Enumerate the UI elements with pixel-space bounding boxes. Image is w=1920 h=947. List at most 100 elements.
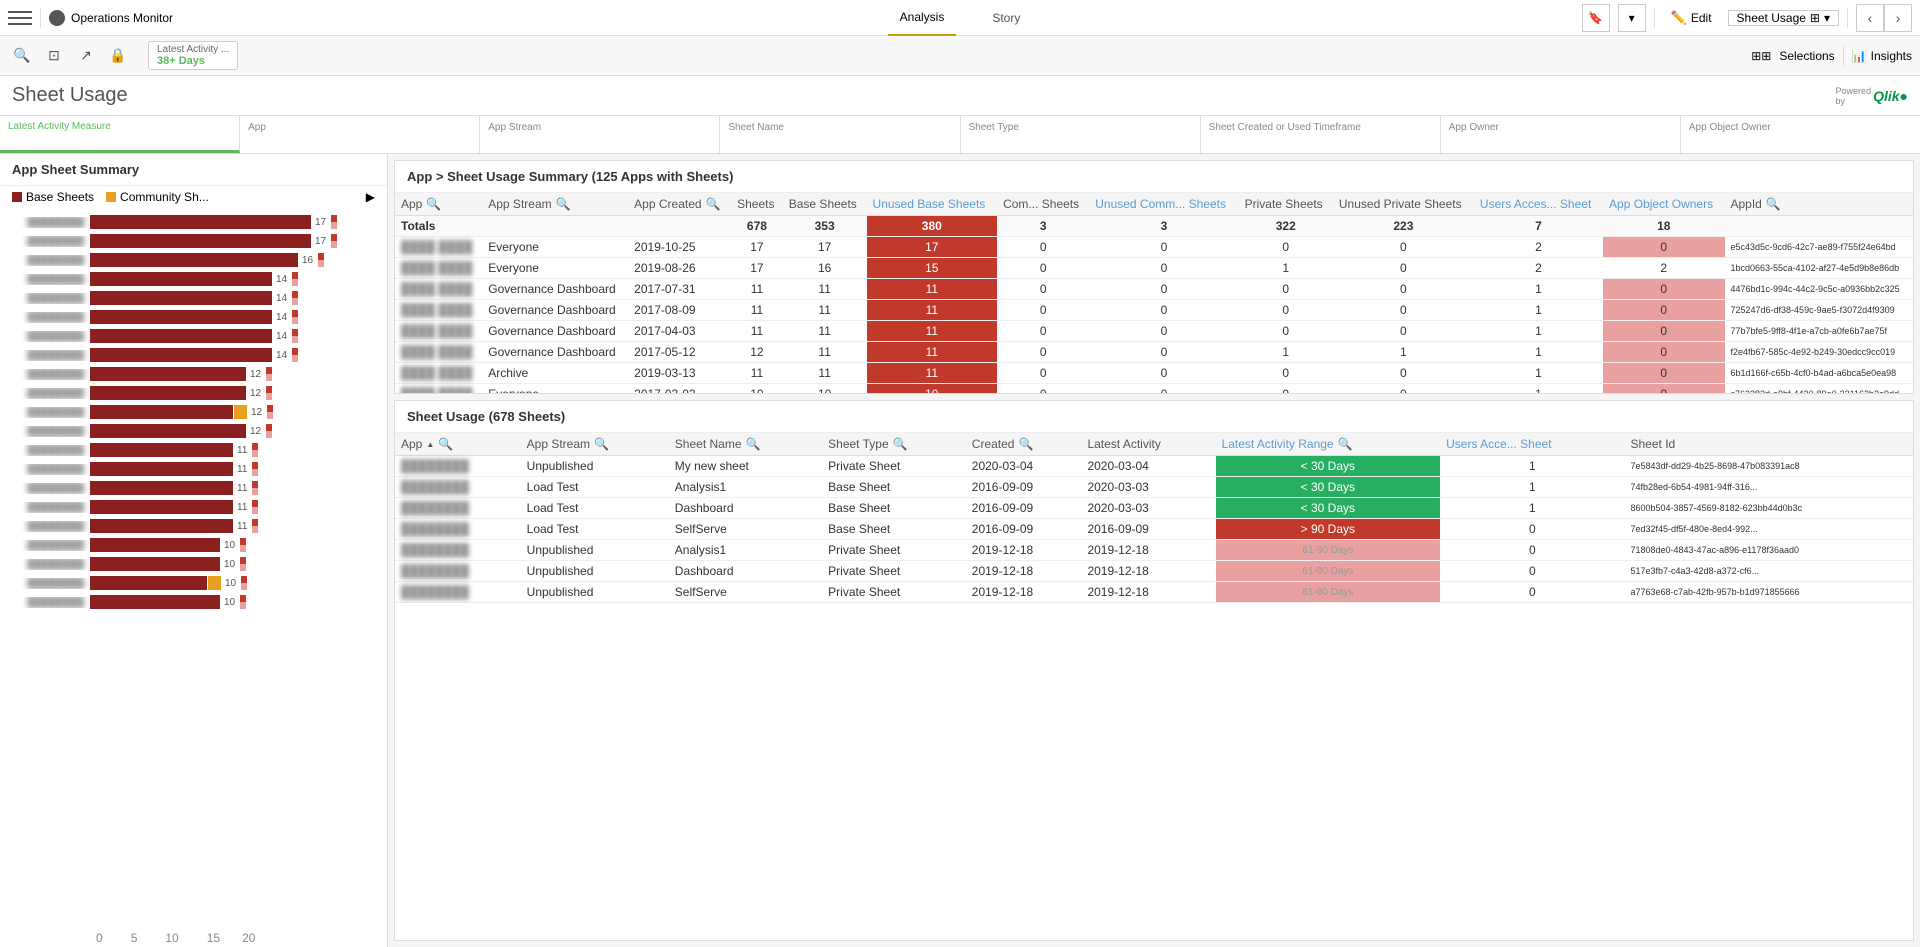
table-cell: 2017-05-12	[628, 342, 731, 363]
dropdown-arrow-icon[interactable]: ▾	[1618, 4, 1646, 32]
table-cell: ████ ████	[395, 384, 482, 394]
table-cell: 1	[1239, 258, 1333, 279]
search-sh-app-icon[interactable]: 🔍	[438, 437, 453, 451]
table-cell: 4476bd1c-994c-44c2-9c5c-a0936bb2c325	[1725, 279, 1914, 300]
filter-sheet-type[interactable]: Sheet Type	[961, 116, 1201, 153]
insights-button[interactable]: 📊 Insights	[1852, 49, 1912, 63]
prev-button[interactable]: ‹	[1856, 4, 1884, 32]
search-stream-icon[interactable]: 🔍	[556, 197, 571, 211]
sheet-latest-cell: 2019-12-18	[1081, 540, 1215, 561]
bar-row: ████████14	[0, 289, 387, 307]
lock-icon[interactable]: 🔒	[104, 42, 132, 70]
grid-icon: ⊞	[1810, 11, 1820, 25]
grid-view-icon[interactable]: ⊞⊞	[1751, 49, 1771, 63]
table-cell: Everyone	[482, 384, 628, 394]
filter-app-stream[interactable]: App Stream	[480, 116, 720, 153]
app-name-label: Operations Monitor	[71, 11, 173, 25]
sheet-app-cell: ████████	[395, 540, 521, 561]
table-row: ████ ████Everyone2019-08-261716150010221…	[395, 258, 1913, 279]
table-cell: Everyone	[482, 237, 628, 258]
table-cell: 1	[1239, 342, 1333, 363]
table-cell: ████ ████	[395, 237, 482, 258]
filter-app-owner[interactable]: App Owner	[1441, 116, 1681, 153]
activity-chip: Latest Activity ... 38+ Days	[148, 41, 238, 70]
sheet-table-scroll[interactable]: App ▲ 🔍 App Stream 🔍	[395, 433, 1913, 603]
search-sh-type-icon[interactable]: 🔍	[893, 437, 908, 451]
table-cell: 0	[1089, 363, 1238, 384]
filter-timeframe[interactable]: Sheet Created or Used Timeframe	[1201, 116, 1441, 153]
chart-expand-icon[interactable]: ▶	[366, 190, 375, 204]
app-circle-icon	[49, 10, 65, 26]
bar-container: 14	[90, 348, 387, 362]
table-cell: 16	[783, 258, 867, 279]
table-cell: 0	[1603, 279, 1724, 300]
edit-button[interactable]: ✏️ Edit	[1663, 10, 1720, 26]
table-cell: Everyone	[482, 258, 628, 279]
chart-title: App Sheet Summary	[0, 154, 387, 186]
bar-row: ████████11	[0, 479, 387, 497]
th-created: App Created 🔍	[628, 193, 731, 216]
bar-label: ████████	[0, 369, 90, 380]
search-created-icon[interactable]: 🔍	[706, 197, 721, 211]
search-sh-created-icon[interactable]: 🔍	[1018, 437, 1033, 451]
search-sh-range-icon[interactable]: 🔍	[1338, 437, 1353, 451]
bar-community-segment	[208, 576, 221, 590]
sheet-header-row: App ▲ 🔍 App Stream 🔍	[395, 433, 1913, 456]
filter-latest-activity[interactable]: Latest Activity Measure	[0, 116, 240, 153]
bookmark-icon[interactable]: 🔖	[1582, 4, 1610, 32]
summary-table-scroll[interactable]: App 🔍 App Stream 🔍	[395, 193, 1913, 393]
bar-mini	[292, 272, 298, 286]
bar-container: 11	[90, 519, 387, 533]
bar-row: ████████14	[0, 270, 387, 288]
bar-label: ████████	[0, 502, 90, 513]
bar-value-label: 10	[225, 578, 236, 589]
legend-base-color	[12, 192, 22, 202]
table-cell: 0	[1089, 237, 1238, 258]
list-item: ████████UnpublishedMy new sheetPrivate S…	[395, 456, 1913, 477]
filter-sheet-name[interactable]: Sheet Name	[720, 116, 960, 153]
search-app-icon[interactable]: 🔍	[426, 197, 441, 211]
table-cell: 11	[867, 342, 998, 363]
selections-button[interactable]: Selections	[1779, 49, 1834, 63]
sheet-usage-button[interactable]: Sheet Usage ⊞ ▾	[1728, 10, 1839, 26]
fullscreen-icon[interactable]: ⊡	[40, 42, 68, 70]
zoom-in-icon[interactable]: 🔍	[8, 42, 36, 70]
bar-base-segment	[90, 462, 233, 476]
table-cell: 0	[1089, 384, 1238, 394]
hamburger-menu[interactable]	[8, 6, 32, 30]
bar-value-label: 12	[251, 407, 262, 418]
table-cell: 2017-03-02	[628, 384, 731, 394]
search-appid-icon[interactable]: 🔍	[1766, 197, 1781, 211]
bar-row: ████████14	[0, 346, 387, 364]
next-button[interactable]: ›	[1884, 4, 1912, 32]
table-cell: 17	[783, 237, 867, 258]
bar-base-segment	[90, 291, 272, 305]
bar-base-segment	[90, 595, 220, 609]
bar-label: ████████	[0, 464, 90, 475]
search-sh-name-icon[interactable]: 🔍	[746, 437, 761, 451]
bar-container: 14	[90, 310, 387, 324]
table-cell: 12	[731, 342, 783, 363]
qlik-logo: Poweredby Qlik●	[1836, 86, 1908, 106]
search-sh-stream-icon[interactable]: 🔍	[594, 437, 609, 451]
totals-unused-base: 380	[867, 216, 998, 237]
sheet-users-cell: 0	[1440, 540, 1624, 561]
bar-row: ████████17	[0, 232, 387, 250]
list-item: ████████UnpublishedSelfServePrivate Shee…	[395, 582, 1913, 603]
sheet-id-cell: 71808de0-4843-47ac-a896-e1178f36aad0	[1625, 540, 1914, 561]
sheet-range-cell: < 30 Days	[1216, 456, 1441, 477]
share-icon[interactable]: ↗	[72, 42, 100, 70]
table-cell: f2e4fb67-585c-4e92-b249-30edcc9cc019	[1725, 342, 1914, 363]
filter-app[interactable]: App	[240, 116, 480, 153]
tab-analysis[interactable]: Analysis	[888, 0, 957, 36]
sheet-type-cell: Private Sheet	[822, 540, 966, 561]
main-content: App Sheet Summary Base Sheets Community …	[0, 154, 1920, 947]
divider3	[1847, 8, 1848, 28]
right-panel: App > Sheet Usage Summary (125 Apps with…	[388, 154, 1920, 947]
table-cell: 0	[1333, 300, 1474, 321]
bar-row: ████████12	[0, 365, 387, 383]
th-appid: AppId 🔍	[1725, 193, 1914, 216]
bar-value-label: 14	[276, 293, 287, 304]
filter-app-object-owner[interactable]: App Object Owner	[1681, 116, 1920, 153]
tab-story[interactable]: Story	[980, 0, 1032, 36]
